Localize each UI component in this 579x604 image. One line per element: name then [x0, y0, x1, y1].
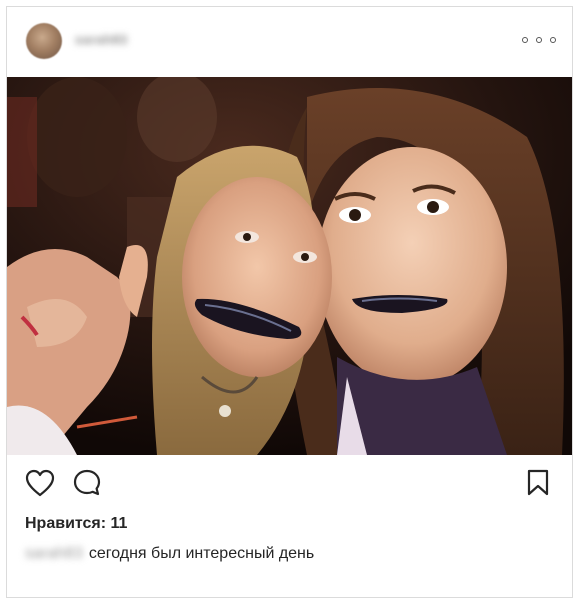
caption-username[interactable]: sarah83 [25, 545, 83, 563]
bookmark-icon[interactable] [526, 469, 550, 502]
post-photo-image [7, 77, 572, 455]
caption-text: сегодня был интересный день [88, 545, 315, 562]
more-horizontal-icon[interactable] [522, 33, 556, 47]
likes-count[interactable]: Нравится: 11 [25, 515, 127, 533]
post-photo[interactable] [7, 77, 572, 455]
post-actions [7, 469, 572, 509]
post-header: sarah83 [7, 7, 572, 77]
comment-icon[interactable] [73, 469, 103, 502]
avatar[interactable] [26, 23, 62, 59]
heart-icon[interactable] [25, 469, 55, 502]
post-caption: sarah83 сегодня был интересный день [25, 545, 314, 563]
post-username[interactable]: sarah83 [75, 32, 128, 47]
post-card: sarah83 Нравится: 11 sarah83 сегодня был… [6, 6, 573, 598]
